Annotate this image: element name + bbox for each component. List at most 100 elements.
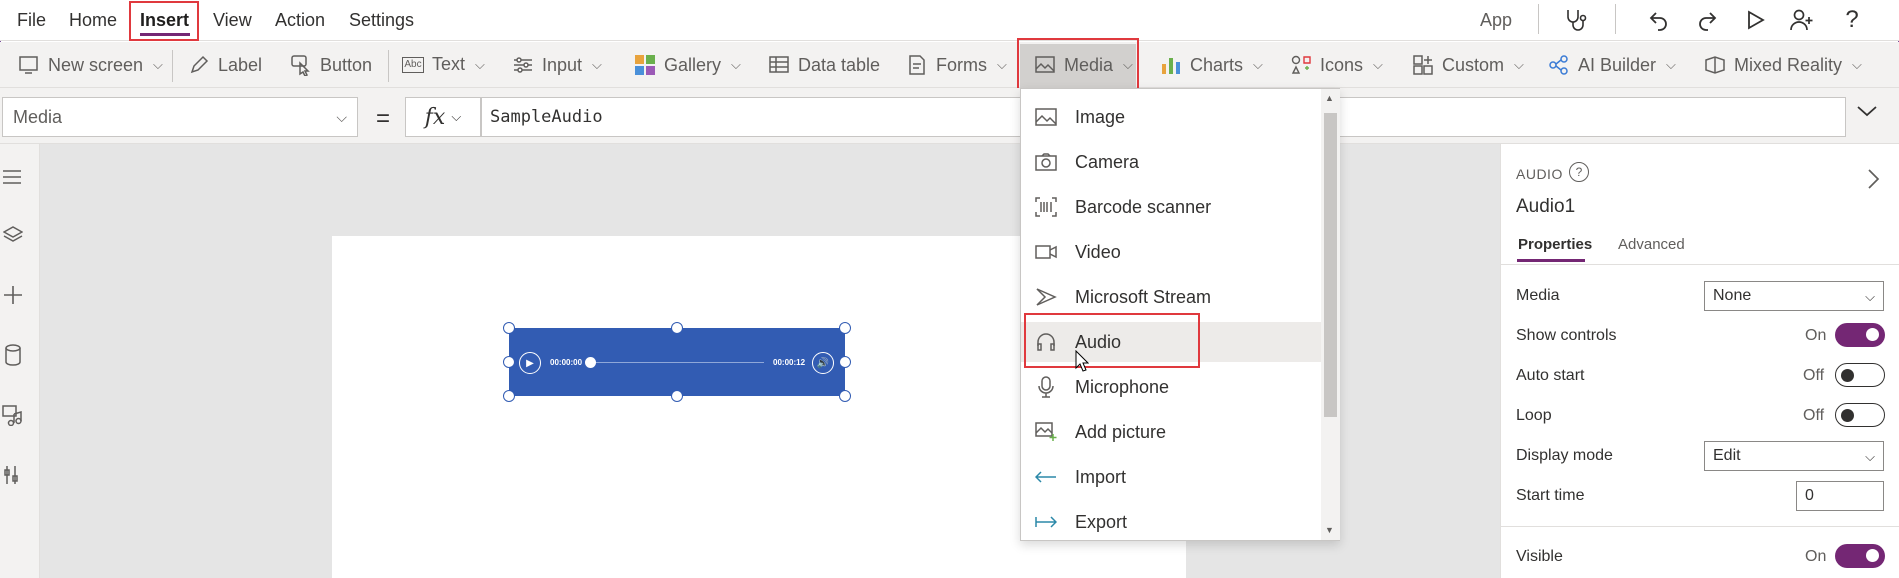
insert-highlight-box bbox=[129, 1, 199, 41]
gallery-menu-button[interactable]: Gallery ⌵ bbox=[634, 54, 741, 76]
menu-item-label: Video bbox=[1075, 241, 1121, 262]
resize-handle[interactable] bbox=[839, 390, 851, 402]
menu-home[interactable]: Home bbox=[69, 10, 117, 31]
menu-item-label: Image bbox=[1075, 106, 1126, 127]
chevron-down-icon: ⌵ bbox=[1514, 57, 1524, 72]
audio-play-icon[interactable]: ▶ bbox=[519, 352, 541, 374]
collapse-panel-chevron-icon[interactable] bbox=[1866, 168, 1880, 196]
visible-state: On bbox=[1805, 548, 1827, 565]
barcode-icon bbox=[1033, 194, 1059, 220]
menu-item-image[interactable]: Image bbox=[1021, 97, 1321, 137]
audio-current-time: 00:00:00 bbox=[550, 358, 583, 367]
help-circle-icon[interactable]: ? bbox=[1569, 162, 1589, 182]
label-button[interactable]: Label bbox=[188, 54, 262, 76]
custom-menu-button[interactable]: Custom ⌵ bbox=[1412, 54, 1524, 76]
menu-item-camera[interactable]: Camera bbox=[1021, 142, 1321, 182]
custom-component-icon bbox=[1412, 54, 1434, 76]
start-time-value: 0 bbox=[1805, 487, 1814, 504]
audio-progress-thumb[interactable] bbox=[585, 357, 596, 368]
redo-icon[interactable] bbox=[1693, 6, 1721, 34]
ai-builder-menu-button[interactable]: AI Builder ⌵ bbox=[1548, 54, 1676, 76]
menu-action[interactable]: Action bbox=[275, 10, 325, 31]
icons-shapes-icon bbox=[1290, 54, 1312, 76]
audio-control-selected[interactable]: ▶ 00:00:00 00:00:12 🔊 bbox=[509, 328, 845, 396]
charts-menu-button[interactable]: Charts ⌵ bbox=[1160, 54, 1263, 76]
menu-settings[interactable]: Settings bbox=[349, 10, 414, 31]
button-button[interactable]: Button bbox=[290, 54, 372, 76]
audio-progress-track[interactable] bbox=[589, 362, 764, 363]
menu-item-microphone[interactable]: Microphone bbox=[1021, 367, 1321, 407]
mixed-reality-menu-button[interactable]: Mixed Reality ⌵ bbox=[1704, 54, 1862, 76]
ai-builder-label: AI Builder bbox=[1578, 54, 1657, 75]
resize-handle[interactable] bbox=[503, 356, 515, 368]
menu-item-label: Barcode scanner bbox=[1075, 196, 1212, 217]
equals-sign: = bbox=[376, 105, 391, 132]
menu-item-video[interactable]: Video bbox=[1021, 232, 1321, 272]
menu-item-barcode-scanner[interactable]: Barcode scanner bbox=[1021, 187, 1321, 227]
chevron-down-icon: ⌵ bbox=[731, 57, 741, 72]
menu-item-export[interactable]: Export bbox=[1021, 502, 1321, 542]
chevron-down-icon: ⌵ bbox=[1373, 57, 1383, 72]
new-screen-button[interactable]: New screen ⌵ bbox=[18, 54, 163, 76]
icons-menu-button[interactable]: Icons ⌵ bbox=[1290, 54, 1383, 76]
media-prop-dropdown[interactable]: None ⌵ bbox=[1704, 281, 1884, 311]
control-name[interactable]: Audio1 bbox=[1516, 196, 1575, 218]
resize-handle[interactable] bbox=[839, 322, 851, 334]
formula-text: SampleAudio bbox=[490, 107, 603, 127]
resize-handle[interactable] bbox=[671, 322, 683, 334]
data-table-button[interactable]: Data table bbox=[768, 54, 880, 76]
toggle-knob bbox=[1866, 549, 1879, 562]
tree-view-layers-icon[interactable] bbox=[0, 222, 26, 248]
app-checker-label[interactable]: App bbox=[1480, 10, 1512, 31]
display-mode-value: Edit bbox=[1713, 447, 1741, 464]
bar-chart-icon bbox=[1160, 54, 1182, 76]
menu-item-import[interactable]: Import bbox=[1021, 457, 1321, 497]
undo-icon[interactable] bbox=[1645, 6, 1673, 34]
formula-bar: Media ⌵ = fx ⌵ SampleAudio bbox=[0, 88, 1899, 144]
loop-state: Off bbox=[1803, 407, 1825, 424]
menu-item-microsoft-stream[interactable]: Microsoft Stream bbox=[1021, 277, 1321, 317]
loop-toggle[interactable] bbox=[1835, 403, 1885, 427]
help-icon[interactable]: ? bbox=[1838, 6, 1866, 34]
display-mode-dropdown[interactable]: Edit ⌵ bbox=[1704, 441, 1884, 471]
start-time-label: Start time bbox=[1516, 487, 1585, 504]
ribbon-separator bbox=[388, 50, 389, 82]
expand-formula-chevron-icon[interactable] bbox=[1855, 103, 1879, 124]
share-user-icon[interactable] bbox=[1788, 6, 1816, 34]
input-label: Input bbox=[542, 54, 583, 75]
fx-button[interactable]: fx ⌵ bbox=[405, 97, 481, 137]
auto-start-toggle[interactable] bbox=[1835, 363, 1885, 387]
advanced-tools-icon[interactable] bbox=[0, 462, 26, 488]
scroll-up-arrow-icon[interactable]: ▲ bbox=[1325, 93, 1334, 103]
tab-advanced[interactable]: Advanced bbox=[1618, 236, 1685, 253]
property-dropdown[interactable]: Media ⌵ bbox=[2, 97, 358, 137]
stream-icon bbox=[1033, 284, 1059, 310]
data-cylinder-icon[interactable] bbox=[0, 342, 26, 368]
menu-view[interactable]: View bbox=[213, 10, 252, 31]
text-menu-button[interactable]: Abc Text ⌵ bbox=[402, 54, 485, 75]
hamburger-menu-icon[interactable] bbox=[0, 164, 26, 190]
resize-handle[interactable] bbox=[503, 390, 515, 402]
menu-file[interactable]: File bbox=[17, 10, 46, 31]
camera-icon bbox=[1033, 149, 1059, 175]
add-picture-icon bbox=[1033, 419, 1059, 445]
resize-handle[interactable] bbox=[503, 322, 515, 334]
visible-toggle[interactable] bbox=[1835, 544, 1885, 568]
stethoscope-icon[interactable] bbox=[1562, 6, 1590, 34]
show-controls-toggle[interactable] bbox=[1835, 323, 1885, 347]
tab-properties[interactable]: Properties bbox=[1518, 236, 1592, 253]
menu-item-add-picture[interactable]: Add picture bbox=[1021, 412, 1321, 452]
input-menu-button[interactable]: Input ⌵ bbox=[512, 54, 602, 76]
dropdown-scrollbar-thumb[interactable] bbox=[1324, 113, 1337, 417]
forms-menu-button[interactable]: Forms ⌵ bbox=[906, 54, 1007, 76]
media-library-icon[interactable] bbox=[0, 402, 26, 428]
start-time-input[interactable]: 0 bbox=[1796, 481, 1884, 511]
chevron-down-icon: ⌵ bbox=[1666, 57, 1676, 72]
audio-volume-icon[interactable]: 🔊 bbox=[812, 352, 834, 374]
resize-handle[interactable] bbox=[671, 390, 683, 402]
toggle-knob bbox=[1841, 409, 1854, 422]
resize-handle[interactable] bbox=[839, 356, 851, 368]
insert-plus-icon[interactable] bbox=[0, 282, 26, 308]
scroll-down-arrow-icon[interactable]: ▼ bbox=[1325, 525, 1334, 535]
play-preview-icon[interactable] bbox=[1741, 6, 1769, 34]
